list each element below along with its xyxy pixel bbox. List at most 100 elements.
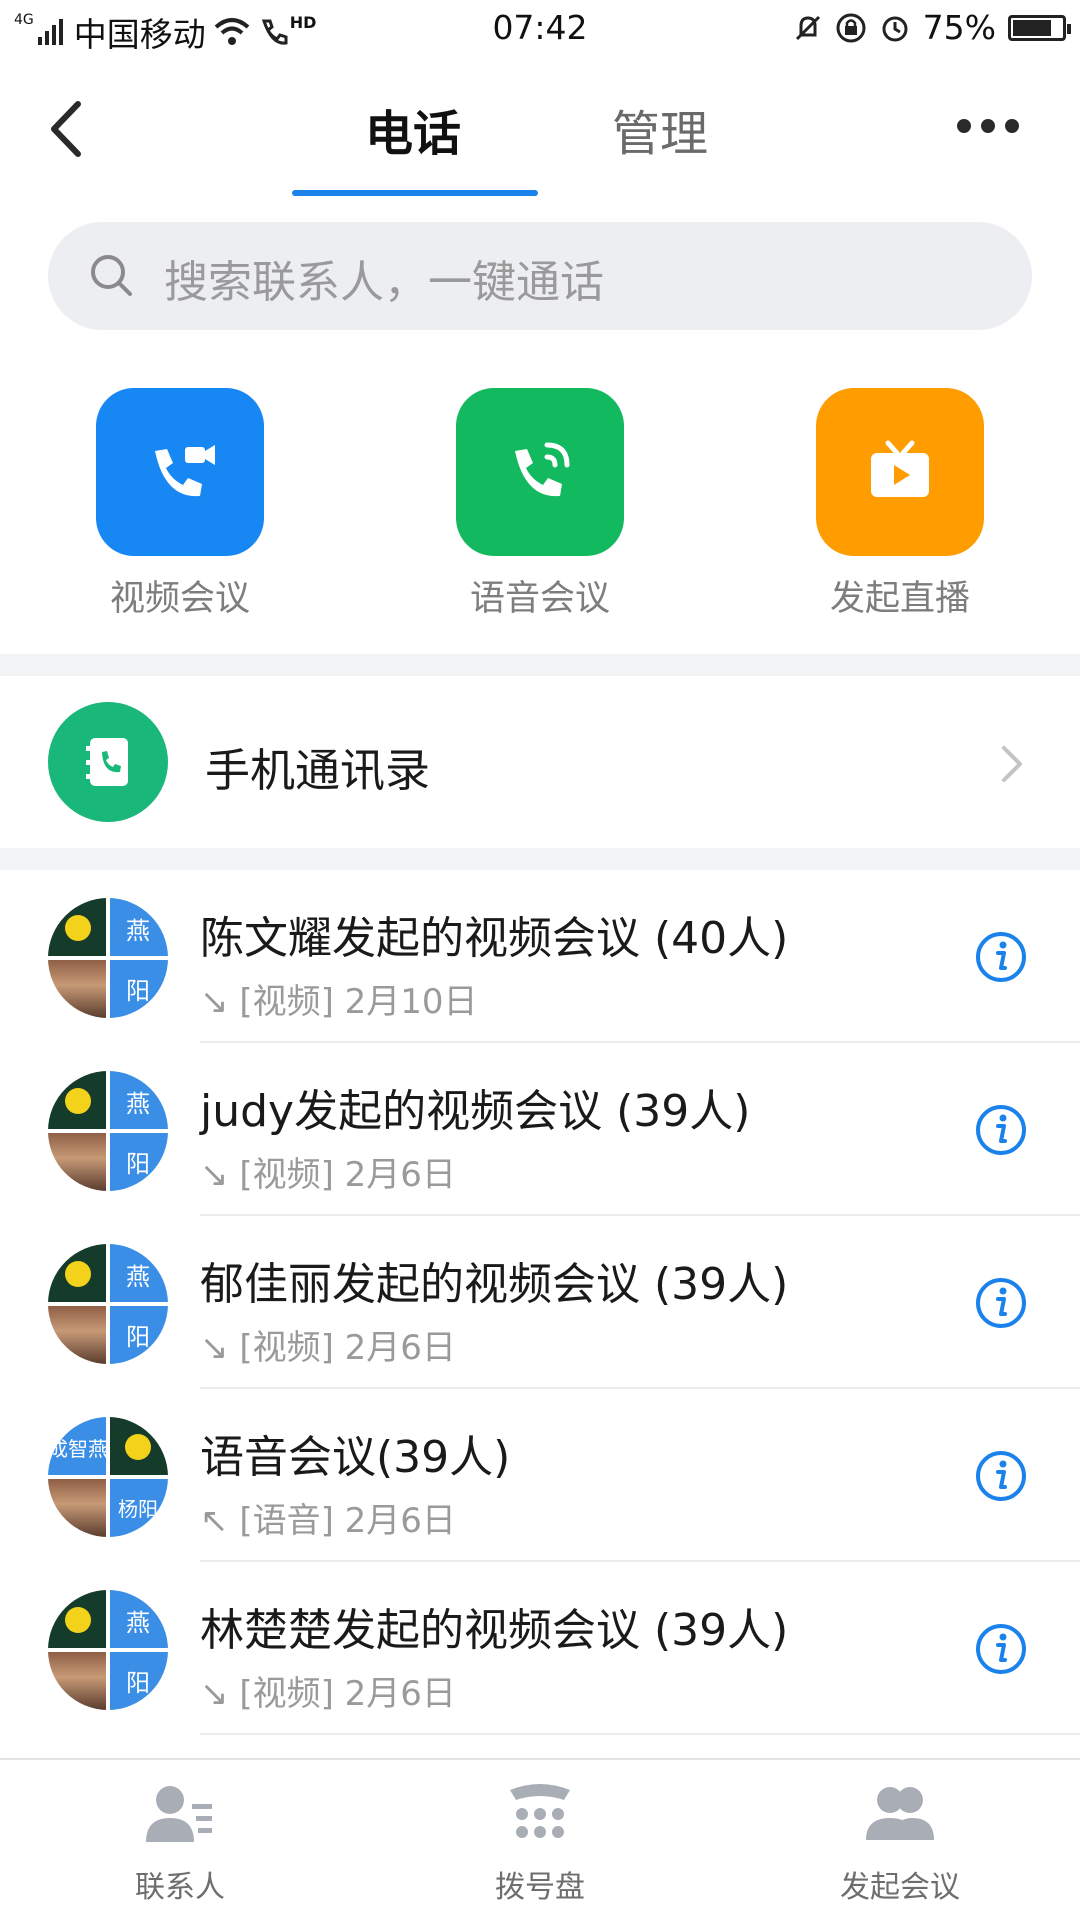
nav-start-meeting[interactable]: 发起会议 — [790, 1780, 1010, 1906]
voice-conference-button[interactable]: 语音会议 — [440, 388, 640, 621]
avatar-tile — [48, 1131, 108, 1191]
info-icon[interactable] — [974, 1449, 1028, 1503]
call-date: 2月6日 — [344, 1501, 456, 1541]
avatar-tile: 杨阳 — [108, 1477, 168, 1537]
nav-dialpad[interactable]: 拨号盘 — [430, 1780, 650, 1906]
call-title: 郁佳丽发起的视频会议 (39人) — [200, 1259, 789, 1310]
phone-contacts-label: 手机通讯录 — [205, 744, 431, 797]
avatar-tile — [48, 958, 108, 1018]
battery-icon — [1008, 14, 1071, 41]
phone-book-icon — [48, 702, 168, 822]
info-icon[interactable] — [974, 1276, 1028, 1330]
call-title: 语音会议(39人) — [200, 1432, 511, 1483]
call-history-list: 燕 阳 陈文耀发起的视频会议 (40人) ↘ [视频] 2月10日 燕 阳 ju… — [0, 870, 1080, 1735]
live-tv-icon — [816, 388, 984, 556]
start-live-button[interactable]: 发起直播 — [800, 388, 1000, 621]
avatar-tile — [48, 898, 108, 958]
group-avatar: 燕 阳 — [48, 898, 168, 1018]
section-divider — [0, 848, 1080, 870]
info-icon[interactable] — [974, 1622, 1028, 1676]
phone-contacts-row[interactable]: 手机通讯录 — [0, 676, 1080, 846]
group-meeting-icon — [866, 1787, 934, 1840]
more-options-icon[interactable] — [956, 118, 1020, 134]
call-title: 林楚楚发起的视频会议 (39人) — [200, 1605, 789, 1656]
call-type: [视频] — [239, 1328, 334, 1368]
call-meta: ↘ [视频] 2月10日 — [200, 974, 478, 1023]
call-date: 2月6日 — [344, 1328, 456, 1368]
tab-phone[interactable]: 电话 — [365, 94, 461, 164]
call-date: 2月10日 — [344, 982, 478, 1022]
rotation-lock-icon — [836, 13, 866, 42]
avatar-tile: 燕 — [108, 1244, 168, 1304]
back-arrow-icon[interactable] — [40, 94, 100, 164]
call-date: 2月6日 — [344, 1155, 456, 1195]
call-history-row[interactable]: 燕 阳 郁佳丽发起的视频会议 (39人) ↘ [视频] 2月6日 — [0, 1216, 1080, 1389]
info-icon[interactable] — [974, 1103, 1028, 1157]
avatar-tile — [48, 1244, 108, 1304]
voice-call-icon — [456, 388, 624, 556]
call-meta: ↘ [视频] 2月6日 — [200, 1666, 456, 1715]
group-avatar: 成智燕 杨阳 — [48, 1417, 168, 1537]
group-avatar: 燕 阳 — [48, 1071, 168, 1191]
outgoing-arrow-icon: ↖ — [200, 1501, 229, 1541]
incoming-arrow-icon: ↘ — [200, 1328, 229, 1368]
avatar-tile — [48, 1477, 108, 1537]
avatar-tile — [48, 1304, 108, 1364]
nav-contacts-label: 联系人 — [135, 1870, 225, 1905]
battery-percent: 75% — [922, 8, 996, 47]
active-tab-indicator — [292, 190, 538, 196]
avatar-tile: 燕 — [108, 898, 168, 958]
start-live-label: 发起直播 — [829, 579, 970, 619]
search-bar[interactable]: 搜索联系人，一键通话 — [48, 222, 1032, 330]
call-type: [视频] — [239, 1674, 334, 1714]
call-meta: ↘ [视频] 2月6日 — [200, 1320, 456, 1369]
call-history-row[interactable]: 燕 阳 陈文耀发起的视频会议 (40人) ↘ [视频] 2月10日 — [0, 870, 1080, 1043]
avatar-tile: 阳 — [108, 1131, 168, 1191]
mute-bell-icon — [795, 15, 820, 40]
video-conference-label: 视频会议 — [109, 579, 250, 619]
nav-contacts[interactable]: 联系人 — [70, 1780, 290, 1906]
call-meta: ↖ [语音] 2月6日 — [200, 1493, 456, 1542]
section-divider — [0, 654, 1080, 676]
video-conference-button[interactable]: 视频会议 — [80, 388, 280, 621]
avatar-tile: 燕 — [108, 1590, 168, 1650]
dialpad-icon — [510, 1784, 570, 1838]
call-history-row[interactable]: 燕 阳 judy发起的视频会议 (39人) ↘ [视频] 2月6日 — [0, 1043, 1080, 1216]
call-title: 陈文耀发起的视频会议 (40人) — [200, 913, 789, 964]
call-date: 2月6日 — [344, 1674, 456, 1714]
video-call-icon — [96, 388, 264, 556]
avatar-tile — [108, 1417, 168, 1477]
call-type: [语音] — [239, 1501, 334, 1541]
status-bar: 4G 中国移动 HD 07:42 75% — [0, 0, 1080, 58]
call-meta: ↘ [视频] 2月6日 — [200, 1147, 456, 1196]
avatar-tile: 阳 — [108, 1650, 168, 1710]
avatar-tile: 阳 — [108, 958, 168, 1018]
call-history-row[interactable]: 燕 阳 林楚楚发起的视频会议 (39人) ↘ [视频] 2月6日 — [0, 1562, 1080, 1735]
avatar-tile — [48, 1650, 108, 1710]
group-avatar: 燕 阳 — [48, 1244, 168, 1364]
avatar-tile: 阳 — [108, 1304, 168, 1364]
avatar-tile — [48, 1071, 108, 1131]
incoming-arrow-icon: ↘ — [200, 1674, 229, 1714]
alarm-icon — [882, 16, 908, 41]
call-title: judy发起的视频会议 (39人) — [200, 1086, 751, 1137]
search-placeholder: 搜索联系人，一键通话 — [164, 257, 604, 308]
voice-conference-label: 语音会议 — [469, 579, 610, 619]
call-history-row[interactable]: 成智燕 杨阳 语音会议(39人) ↖ [语音] 2月6日 — [0, 1389, 1080, 1562]
chevron-right-icon — [1002, 746, 1022, 782]
tab-manage[interactable]: 管理 — [612, 94, 708, 164]
call-type: [视频] — [239, 1155, 334, 1195]
call-type: [视频] — [239, 982, 334, 1022]
incoming-arrow-icon: ↘ — [200, 982, 229, 1022]
bottom-navigation: 联系人 拨号盘 发起会议 — [0, 1758, 1080, 1920]
info-icon[interactable] — [974, 930, 1028, 984]
nav-dialpad-label: 拨号盘 — [495, 1870, 585, 1905]
avatar-tile: 燕 — [108, 1071, 168, 1131]
search-icon — [91, 255, 132, 296]
nav-start-meeting-label: 发起会议 — [840, 1870, 960, 1905]
quick-actions: 视频会议 语音会议 发起直播 — [0, 388, 1080, 628]
top-header: 电话 管理 — [0, 58, 1080, 200]
avatar-tile: 成智燕 — [48, 1417, 108, 1477]
group-avatar: 燕 阳 — [48, 1590, 168, 1710]
incoming-arrow-icon: ↘ — [200, 1155, 229, 1195]
